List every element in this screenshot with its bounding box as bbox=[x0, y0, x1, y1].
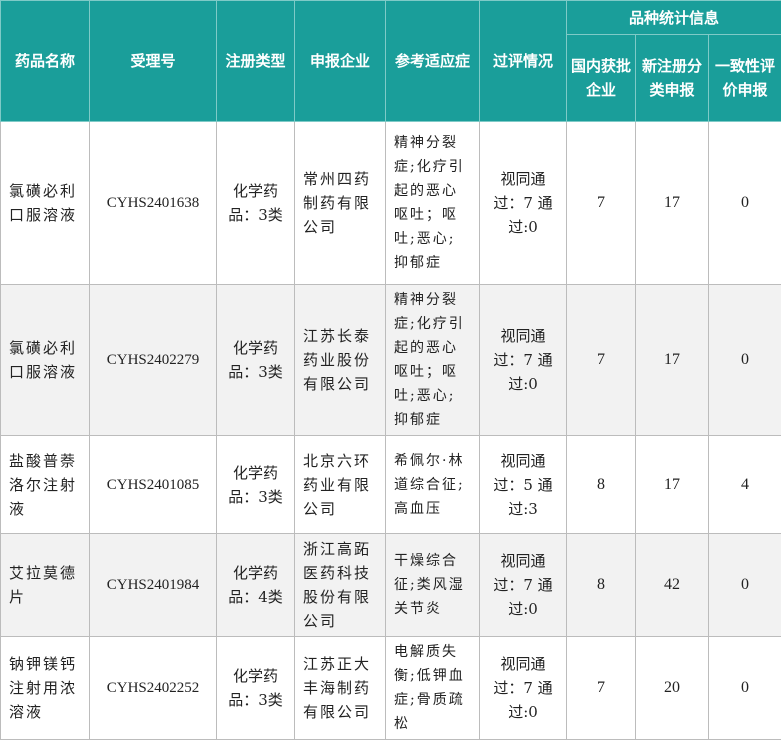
cell-reg-type: 化学药品：3类 bbox=[216, 284, 295, 436]
table-row: 艾拉莫德片 CYHS2401984 化学药品：4类 浙江高跖医药科技股份有限公司… bbox=[0, 533, 781, 637]
cell-reg-type: 化学药品：3类 bbox=[216, 636, 295, 740]
cell-domestic: 8 bbox=[566, 435, 636, 534]
cell-drug-name: 盐酸普萘洛尔注射液 bbox=[0, 435, 90, 534]
cell-acceptance-no: CYHS2401984 bbox=[89, 533, 217, 637]
header-applicant: 申报企业 bbox=[294, 0, 386, 122]
cell-acceptance-no: CYHS2401085 bbox=[89, 435, 217, 534]
cell-review: 视同通过：7 通过:0 bbox=[479, 533, 567, 637]
drug-registration-table: 药品名称 受理号 注册类型 申报企业 参考适应症 过评情况 品种统计信息 国内获… bbox=[0, 0, 781, 740]
cell-consistency: 0 bbox=[707, 636, 781, 740]
header-new-reg: 新注册分类申报 bbox=[635, 34, 709, 122]
cell-domestic: 7 bbox=[566, 121, 636, 285]
cell-drug-name: 氯磺必利口服溶液 bbox=[0, 121, 90, 285]
cell-indication: 干燥综合征;类风湿关节炎 bbox=[385, 533, 480, 637]
cell-drug-name: 艾拉莫德片 bbox=[0, 533, 90, 637]
cell-drug-name: 钠钾镁钙注射用浓溶液 bbox=[0, 636, 90, 740]
cell-review: 视同通过：5 通过:3 bbox=[479, 435, 567, 534]
header-reg-type: 注册类型 bbox=[216, 0, 295, 122]
header-indication: 参考适应症 bbox=[385, 0, 480, 122]
table-row: 氯磺必利口服溶液 CYHS2401638 化学药品：3类 常州四药制药有限公司 … bbox=[0, 121, 781, 285]
cell-consistency: 0 bbox=[707, 121, 781, 285]
cell-new-reg: 20 bbox=[635, 636, 709, 740]
table-row: 盐酸普萘洛尔注射液 CYHS2401085 化学药品：3类 北京六环药业有限公司… bbox=[0, 435, 781, 534]
indication-text: 希佩尔·林道综合征;高血压 bbox=[394, 452, 465, 517]
cell-domestic: 7 bbox=[566, 284, 636, 436]
cell-applicant: 江苏正大丰海制药有限公司 bbox=[294, 636, 386, 740]
cell-applicant: 北京六环药业有限公司 bbox=[294, 435, 386, 534]
cell-new-reg: 17 bbox=[635, 284, 709, 436]
cell-acceptance-no: CYHS2402279 bbox=[89, 284, 217, 436]
header-domestic: 国内获批企业 bbox=[566, 34, 636, 122]
indication-text: 干燥综合征;类风湿关节炎 bbox=[394, 553, 465, 617]
cell-reg-type: 化学药品：3类 bbox=[216, 435, 295, 534]
cell-acceptance-no: CYHS2401638 bbox=[89, 121, 217, 285]
cell-consistency: 0 bbox=[707, 284, 781, 436]
table-row: 钠钾镁钙注射用浓溶液 CYHS2402252 化学药品：3类 江苏正大丰海制药有… bbox=[0, 636, 781, 740]
cell-applicant: 江苏长泰药业股份有限公司 bbox=[294, 284, 386, 436]
cell-applicant: 常州四药制药有限公司 bbox=[294, 121, 386, 285]
cell-new-reg: 17 bbox=[635, 435, 709, 534]
cell-new-reg: 17 bbox=[635, 121, 709, 285]
indication-text: 精神分裂症;化疗引起的恶心呕吐；呕吐;恶心;抑郁症 bbox=[394, 292, 465, 428]
header-consistency: 一致性评价申报 bbox=[707, 34, 781, 122]
header-drug-name: 药品名称 bbox=[0, 0, 90, 122]
cell-drug-name: 氯磺必利口服溶液 bbox=[0, 284, 90, 436]
cell-domestic: 8 bbox=[566, 533, 636, 637]
cell-consistency: 4 bbox=[707, 435, 781, 534]
indication-text: 电解质失衡;低钾血症;骨质疏松 bbox=[394, 644, 465, 732]
cell-applicant: 浙江高跖医药科技股份有限公司 bbox=[294, 533, 386, 637]
cell-review: 视同通过：7 通过:0 bbox=[479, 284, 567, 436]
cell-indication: 电解质失衡;低钾血症;骨质疏松 bbox=[385, 636, 480, 740]
cell-consistency: 0 bbox=[707, 533, 781, 637]
cell-domestic: 7 bbox=[566, 636, 636, 740]
cell-review: 视同通过：7 通过:0 bbox=[479, 636, 567, 740]
cell-review: 视同通过：7 通过:0 bbox=[479, 121, 567, 285]
indication-text: 精神分裂症;化疗引起的恶心呕吐；呕吐;恶心;抑郁症 bbox=[394, 135, 465, 271]
cell-indication: 希佩尔·林道综合征;高血压 bbox=[385, 435, 480, 534]
cell-indication: 精神分裂症;化疗引起的恶心呕吐；呕吐;恶心;抑郁症 bbox=[385, 121, 480, 285]
header-acceptance-no: 受理号 bbox=[89, 0, 217, 122]
cell-reg-type: 化学药品：3类 bbox=[216, 121, 295, 285]
cell-reg-type: 化学药品：4类 bbox=[216, 533, 295, 637]
header-review: 过评情况 bbox=[479, 0, 567, 122]
header-stats-group: 品种统计信息 bbox=[565, 0, 781, 35]
cell-new-reg: 42 bbox=[635, 533, 709, 637]
cell-acceptance-no: CYHS2402252 bbox=[89, 636, 217, 740]
table-row: 氯磺必利口服溶液 CYHS2402279 化学药品：3类 江苏长泰药业股份有限公… bbox=[0, 284, 781, 436]
cell-indication: 精神分裂症;化疗引起的恶心呕吐；呕吐;恶心;抑郁症 bbox=[385, 284, 480, 436]
